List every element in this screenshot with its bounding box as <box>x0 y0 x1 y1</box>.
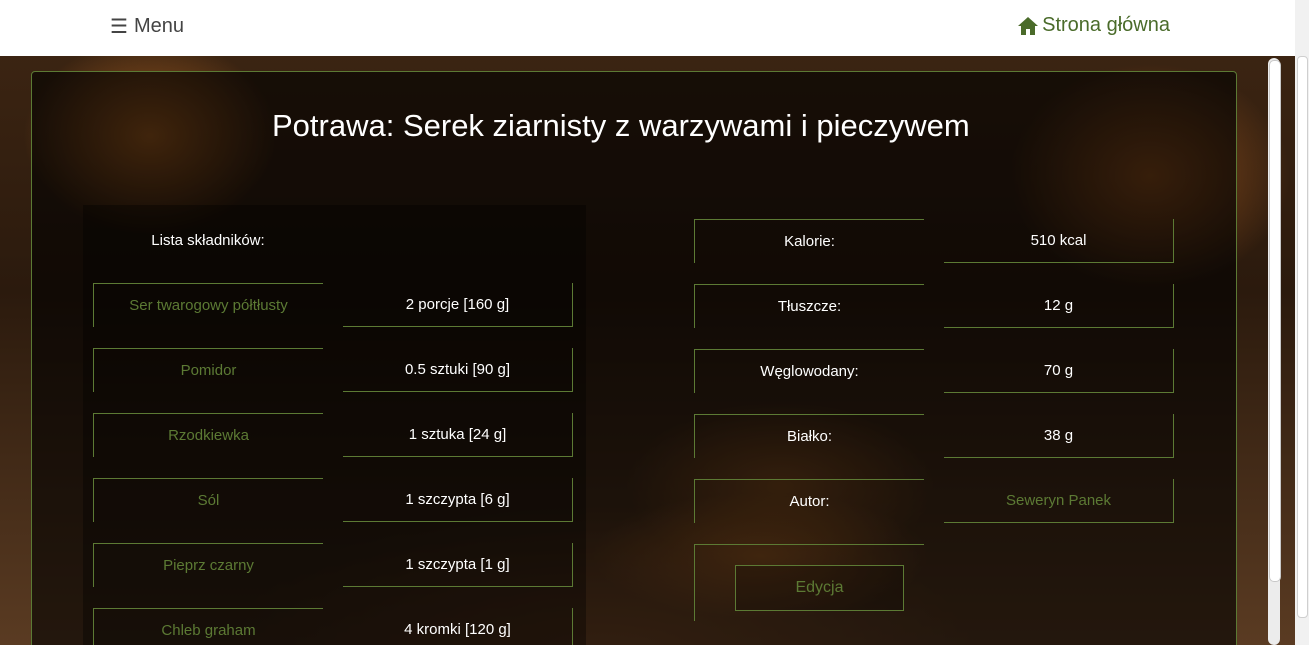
home-icon <box>1018 16 1039 35</box>
nutrition-value-protein: 38 g <box>944 414 1174 458</box>
nutrition-label-fat: Tłuszcze: <box>694 284 924 328</box>
ingredient-amount: 4 kromki [120 g] <box>343 608 573 645</box>
menu-label: Menu <box>133 15 184 37</box>
ingredients-header: Lista składników: <box>151 232 265 249</box>
top-navbar: ☰ Menu Strona główna <box>0 0 1295 56</box>
page-title: Potrawa: Serek ziarnisty z warzywami i p… <box>272 108 970 143</box>
nutrition-value-carbs: 70 g <box>944 349 1174 393</box>
ingredient-amount: 2 porcje [160 g] <box>343 283 573 327</box>
ingredient-name[interactable]: Rzodkiewka <box>93 413 323 457</box>
nutrition-label-carbs: Węglowodany: <box>694 349 924 393</box>
home-link[interactable]: Strona główna <box>1017 14 1170 37</box>
page-scrollbar-thumb[interactable] <box>1297 56 1308 618</box>
ingredient-amount: 1 szczypta [6 g] <box>343 478 573 522</box>
ingredient-name[interactable]: Ser twarogowy półtłusty <box>93 283 323 327</box>
author-link[interactable]: Seweryn Panek <box>944 479 1174 523</box>
edit-button[interactable]: Edycja <box>735 565 904 611</box>
ingredient-amount: 1 sztuka [24 g] <box>343 413 573 457</box>
panel-scrollbar-thumb[interactable] <box>1269 60 1281 582</box>
ingredient-amount: 0.5 sztuki [90 g] <box>343 348 573 392</box>
ingredient-amount: 1 szczypta [1 g] <box>343 543 573 587</box>
nutrition-label-protein: Białko: <box>694 414 924 458</box>
menu-button[interactable]: ☰ Menu <box>110 14 184 39</box>
hamburger-icon: ☰ <box>110 16 128 38</box>
home-label: Strona główna <box>1042 14 1170 36</box>
nutrition-value-calories: 510 kcal <box>944 219 1174 263</box>
ingredient-name[interactable]: Pieprz czarny <box>93 543 323 587</box>
ingredient-name[interactable]: Pomidor <box>93 348 323 392</box>
ingredient-name[interactable]: Sól <box>93 478 323 522</box>
nutrition-label-author: Autor: <box>694 479 924 523</box>
nutrition-label-calories: Kalorie: <box>694 219 924 263</box>
ingredient-name[interactable]: Chleb graham <box>93 608 323 645</box>
nutrition-value-fat: 12 g <box>944 284 1174 328</box>
